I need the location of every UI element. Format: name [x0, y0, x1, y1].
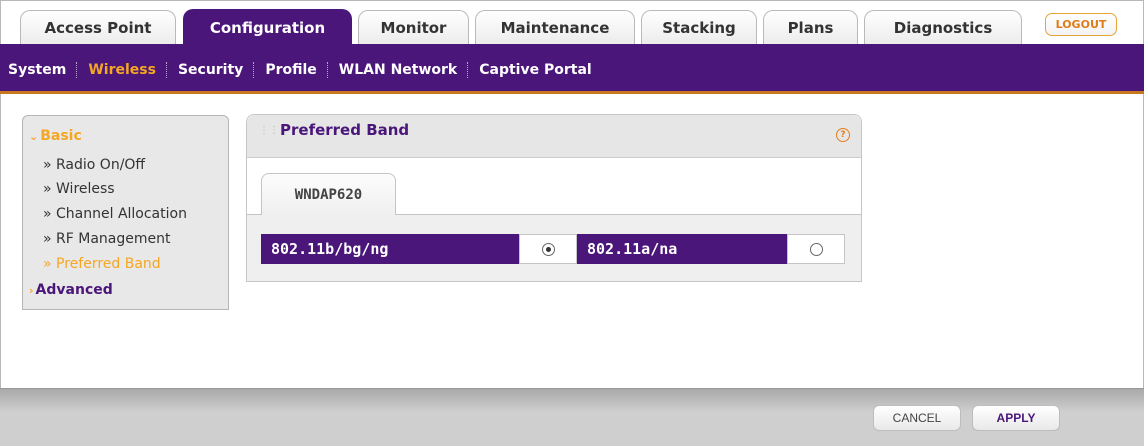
- tab-stacking[interactable]: Stacking: [641, 10, 757, 44]
- subnav-separator: [76, 62, 78, 78]
- band-label-ana: 802.11a/na: [577, 234, 787, 264]
- subnav-security[interactable]: Security: [178, 62, 243, 78]
- tab-configuration[interactable]: Configuration: [183, 9, 352, 45]
- subnav-accent-line: [0, 91, 1144, 94]
- menu-item-rf-management[interactable]: » RF Management: [43, 231, 170, 247]
- radio-dot: [545, 246, 551, 252]
- logout-button[interactable]: LOGOUT: [1045, 13, 1117, 36]
- tab-wndap620[interactable]: WNDAP620: [261, 173, 396, 215]
- tab-diagnostics[interactable]: Diagnostics: [864, 10, 1022, 44]
- subnav-profile[interactable]: Profile: [265, 62, 316, 78]
- tab-monitor[interactable]: Monitor: [358, 10, 469, 44]
- apply-button[interactable]: APPLY: [972, 405, 1060, 431]
- subnav-separator: [467, 62, 469, 78]
- chevron-right-icon: ›: [29, 284, 34, 297]
- radio-selected-icon[interactable]: [541, 242, 555, 256]
- subnav-captive-portal[interactable]: Captive Portal: [479, 62, 591, 78]
- band-label-bgn: 802.11b/bg/ng: [261, 234, 519, 264]
- tab-access-point[interactable]: Access Point: [20, 10, 176, 44]
- band-radio-ana[interactable]: [787, 234, 845, 264]
- subnav-wireless[interactable]: Wireless: [88, 62, 156, 78]
- menu-advanced[interactable]: › Advanced: [29, 282, 113, 298]
- preferred-band-panel: ⋮⋮ Preferred Band ? 802.11b/bg/ng 802.11…: [246, 114, 862, 282]
- menu-item-channel-allocation[interactable]: » Channel Allocation: [43, 206, 187, 222]
- panel-title: Preferred Band: [280, 121, 410, 139]
- subnav-separator: [253, 62, 255, 78]
- subnav-wlan-network[interactable]: WLAN Network: [339, 62, 457, 78]
- subnav-separator: [326, 62, 329, 78]
- menu-advanced-label: Advanced: [35, 282, 113, 298]
- menu-basic-label: Basic: [40, 128, 82, 144]
- left-menu: ⌄ Basic » Radio On/Off » Wireless » Chann…: [22, 115, 229, 310]
- band-table-area: 802.11b/bg/ng 802.11a/na: [247, 214, 861, 281]
- help-icon[interactable]: ?: [836, 128, 850, 142]
- menu-item-radio-on-off[interactable]: » Radio On/Off: [43, 157, 145, 173]
- menu-basic[interactable]: ⌄ Basic: [29, 128, 82, 144]
- drag-handle-icon[interactable]: ⋮⋮: [259, 125, 279, 136]
- chevron-down-icon: ⌄: [29, 130, 39, 143]
- cancel-button[interactable]: CANCEL: [873, 405, 961, 431]
- band-radio-bgn[interactable]: [519, 234, 577, 264]
- top-tab-bar: Access Point Configuration Monitor Maint…: [0, 0, 1144, 45]
- radio-unselected-icon[interactable]: [809, 242, 823, 256]
- bottom-button-bar: CANCEL APPLY: [0, 388, 1144, 446]
- sub-nav-bar: System Wireless Security Profile WLAN Ne…: [0, 44, 1144, 94]
- tab-maintenance[interactable]: Maintenance: [475, 10, 635, 44]
- subnav-system[interactable]: System: [8, 62, 66, 78]
- subnav-separator: [165, 62, 168, 78]
- menu-item-preferred-band[interactable]: » Preferred Band: [43, 256, 161, 272]
- panel-header: ⋮⋮ Preferred Band ?: [247, 115, 861, 158]
- sub-nav-items: System Wireless Security Profile WLAN Ne…: [8, 62, 592, 78]
- tab-plans[interactable]: Plans: [763, 10, 858, 44]
- menu-item-wireless[interactable]: » Wireless: [43, 181, 115, 197]
